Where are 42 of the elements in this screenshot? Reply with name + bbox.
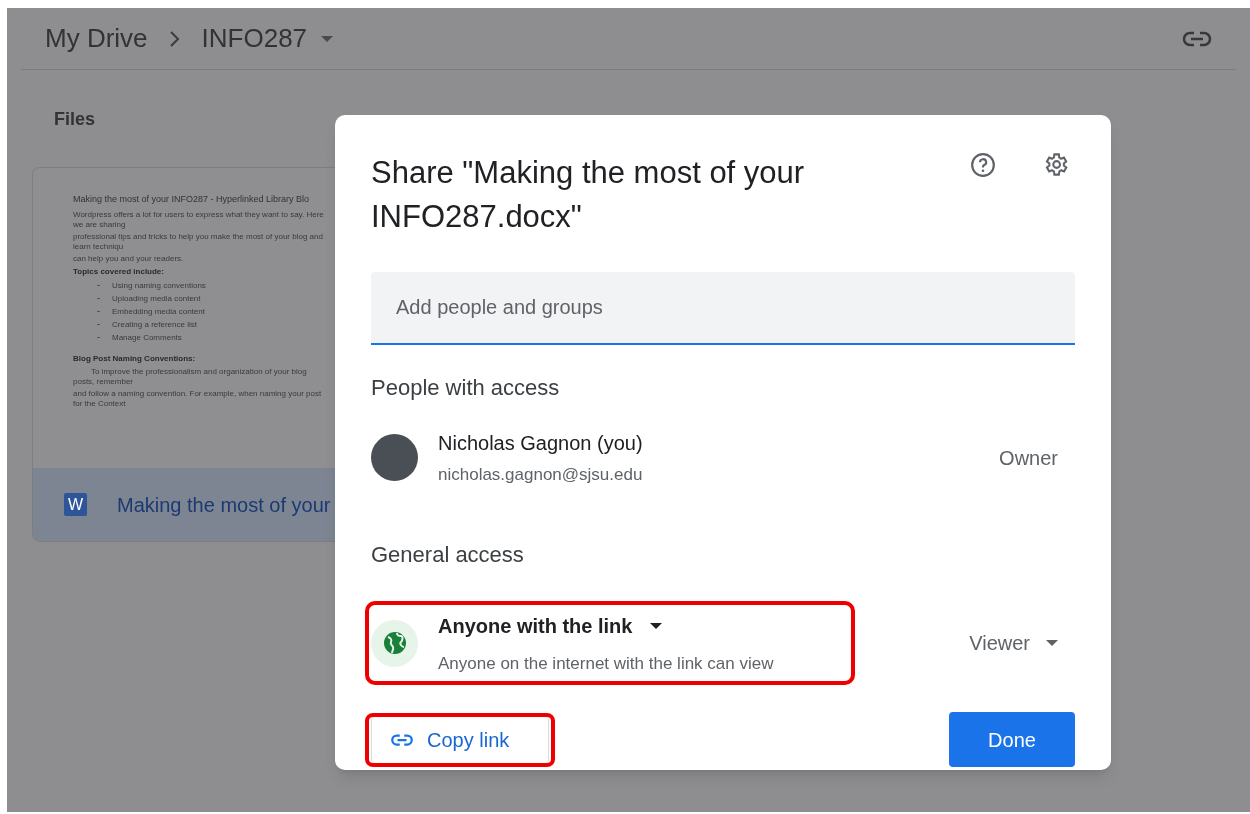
access-description: Anyone on the internet with the link can view [438, 652, 774, 675]
copy-link-button[interactable]: Copy link [371, 715, 549, 764]
access-dropdown[interactable]: Anyone with the link [438, 610, 774, 641]
document-heading: Topics covered include: [73, 267, 164, 277]
caret-down-icon [650, 622, 663, 629]
dash-icon [97, 311, 100, 312]
person-email: nicholas.gagnon@sjsu.edu [438, 464, 643, 486]
document-heading: Blog Post Naming Conventions: [73, 354, 196, 364]
document-text: Uploading media content [112, 293, 201, 304]
help-icon[interactable] [970, 152, 996, 178]
person-name: Nicholas Gagnon (you) [438, 431, 643, 456]
done-button[interactable]: Done [949, 712, 1075, 767]
link-icon[interactable] [1182, 30, 1212, 47]
breadcrumb-item[interactable]: My Drive [45, 19, 148, 58]
dash-icon [97, 285, 100, 286]
breadcrumb-item[interactable]: INFO287 [201, 19, 308, 58]
word-file-icon: W [64, 493, 87, 516]
caret-down-icon [1046, 640, 1058, 647]
dash-icon [97, 337, 100, 338]
document-text: Using naming conventions [112, 280, 206, 291]
section-heading: People with access [371, 375, 560, 400]
document-title: Making the most of your INFO287 - Hyperlinked Library Blo [73, 194, 310, 205]
dash-icon [97, 324, 100, 325]
role-label: Owner [999, 445, 1058, 471]
section-title: Files [54, 109, 96, 129]
avatar [371, 434, 418, 482]
dash-icon [97, 298, 100, 299]
caret-down-icon[interactable] [321, 35, 334, 42]
globe-icon [382, 631, 407, 656]
document-text: can help you and your readers. [73, 254, 184, 264]
dialog-title: Share "Making the most of your INFO287.docx" [371, 154, 806, 236]
file-name: Making the most of your [117, 492, 331, 518]
document-text: Creating a reference list [112, 319, 197, 330]
document-text: Embedding media content [112, 306, 205, 317]
link-icon [390, 733, 414, 746]
role-dropdown[interactable]: Viewer [969, 628, 1058, 659]
document-text: and follow a naming convention. For example, when naming your post for the Context [73, 389, 323, 409]
section-heading: General access [371, 541, 524, 567]
document-text: Manage Comments [112, 332, 182, 343]
file-name-bar[interactable]: W Making the most of your [33, 468, 335, 541]
chevron-right-icon [167, 29, 182, 48]
add-people-field[interactable]: Add people and groups [371, 272, 1075, 345]
